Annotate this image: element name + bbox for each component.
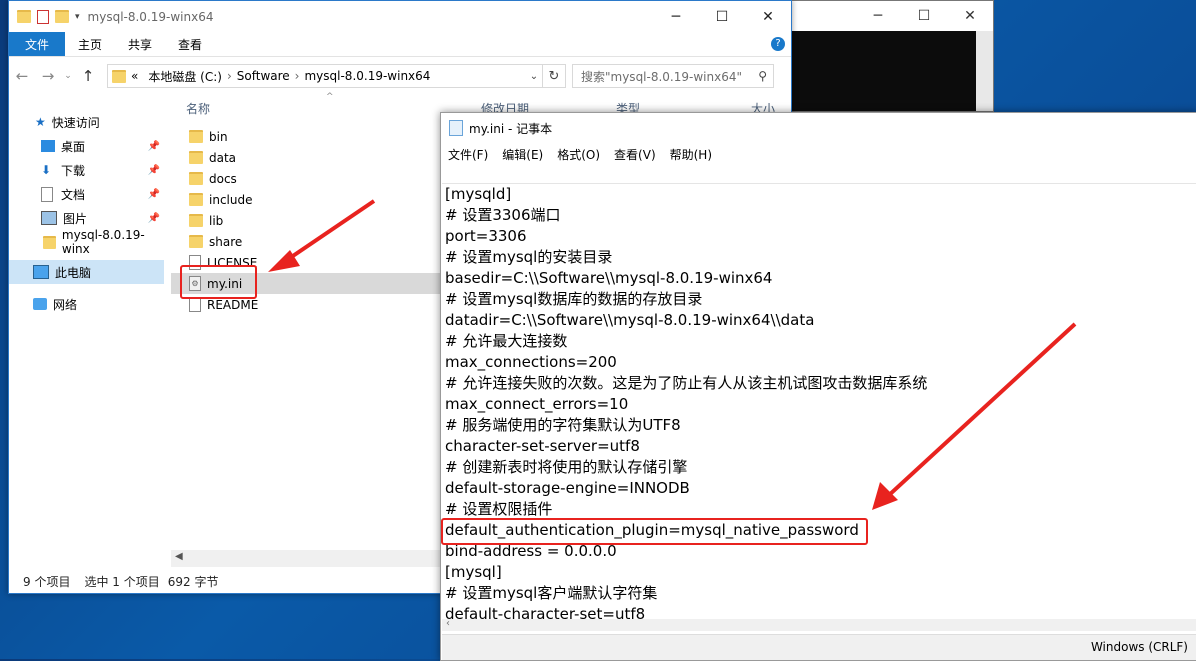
arrow-to-my-ini — [268, 199, 376, 272]
arrow-to-auth-plugin — [872, 322, 1077, 510]
annotation-arrows — [268, 199, 1077, 510]
